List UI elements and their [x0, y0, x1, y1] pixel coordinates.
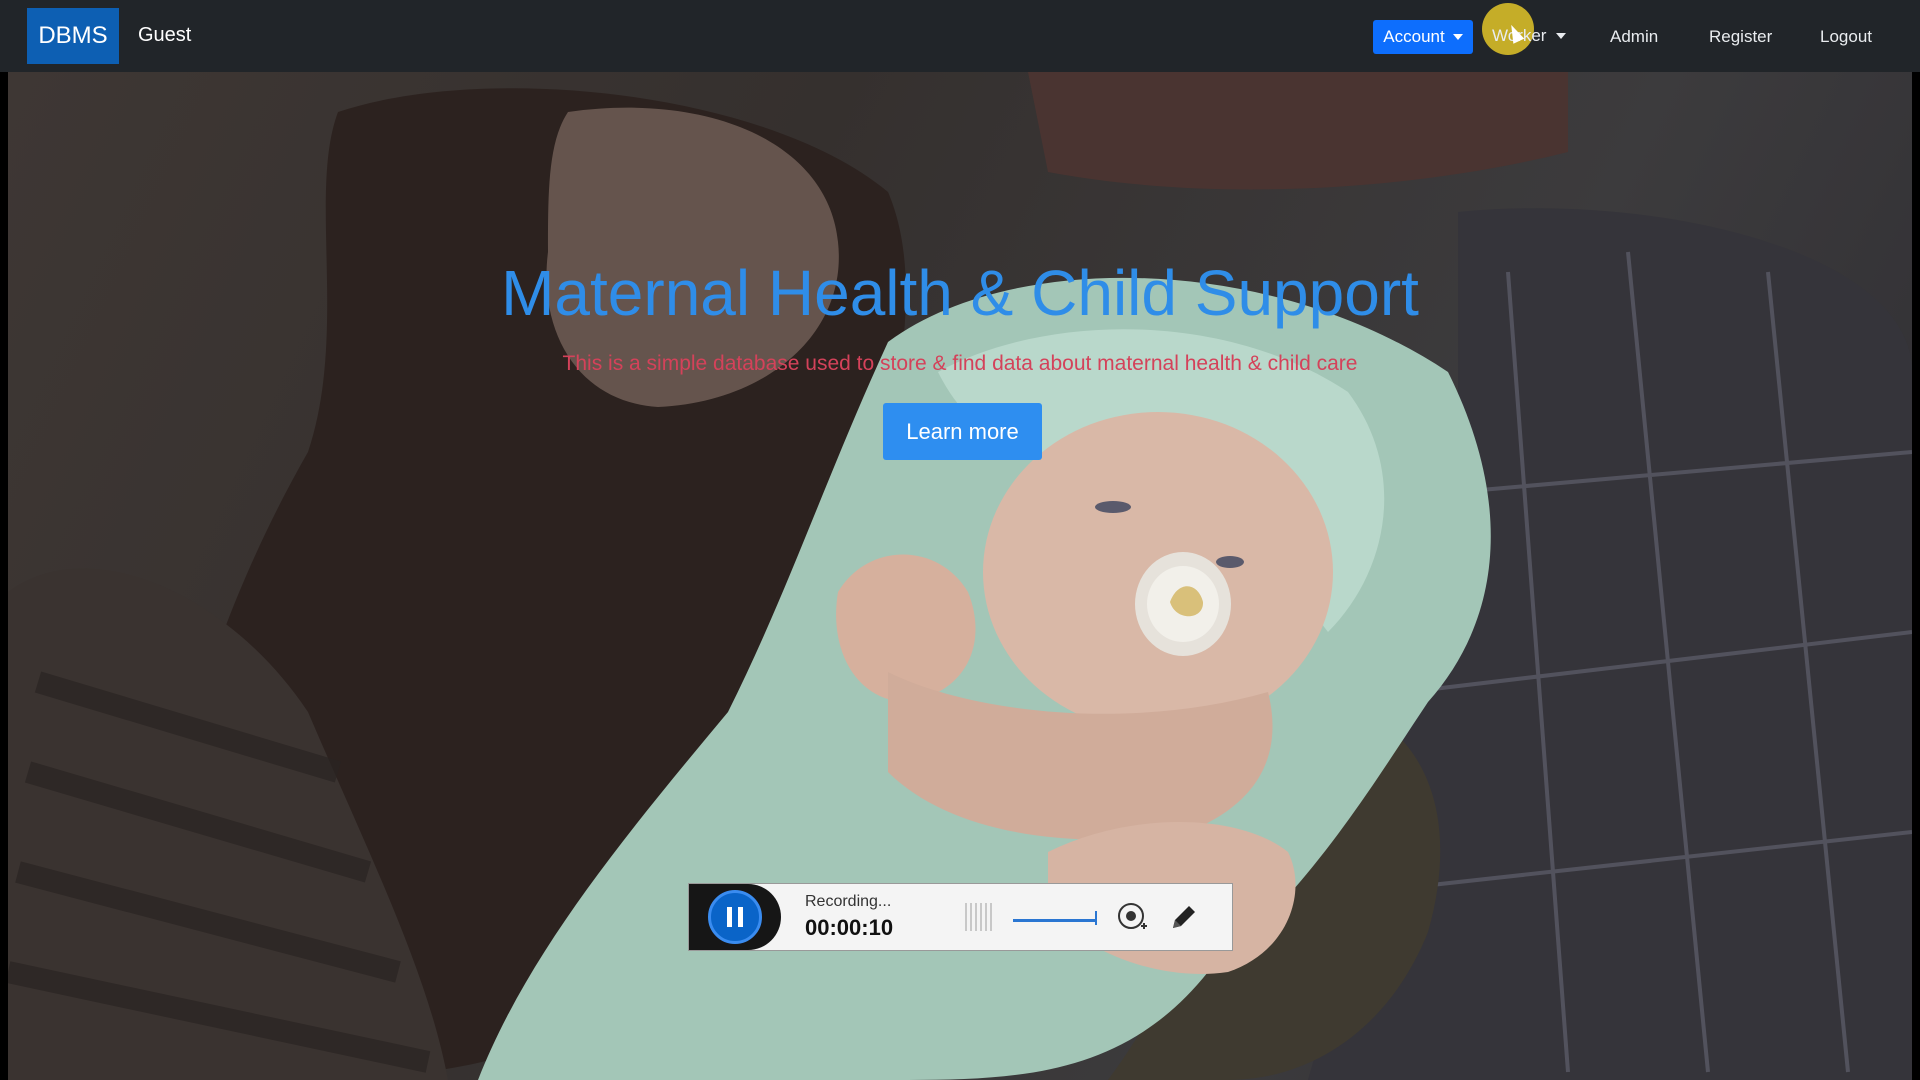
guest-label: Guest — [138, 24, 192, 46]
recording-status: Recording... — [805, 893, 892, 910]
webcam-icon[interactable] — [1115, 900, 1149, 934]
learn-more-button[interactable]: Learn more — [883, 403, 1042, 460]
chevron-down-icon — [1556, 33, 1567, 39]
pencil-icon[interactable] — [1167, 900, 1201, 934]
pause-bar — [738, 907, 743, 927]
hero-subtitle: This is a simple database used to store … — [562, 352, 1358, 375]
volume-knob[interactable] — [1095, 911, 1097, 925]
hero-title: Maternal Health & Child Support — [501, 257, 1419, 329]
admin-link[interactable]: Admin — [1610, 27, 1658, 47]
recording-timer: 00:00:10 — [805, 915, 894, 940]
recording-info: Recording... 00:00:10 — [805, 893, 945, 941]
register-link[interactable]: Register — [1709, 27, 1772, 47]
logout-link[interactable]: Logout — [1820, 27, 1872, 47]
chevron-down-icon — [1452, 34, 1463, 40]
recorder-tools — [965, 900, 1201, 934]
recorder-control-area — [689, 884, 781, 950]
volume-icon[interactable] — [1013, 907, 1097, 927]
top-navbar: DBMS Guest Account Worker Admin Register… — [0, 0, 1920, 72]
pause-bar — [727, 907, 732, 927]
audio-meter-icon — [965, 903, 995, 931]
worker-dropdown-link[interactable]: Worker — [1492, 26, 1567, 46]
volume-track — [1013, 919, 1097, 922]
brand-logo[interactable]: DBMS — [27, 8, 119, 64]
screen-recorder-toolbar: Recording... 00:00:10 — [688, 883, 1233, 951]
pause-icon[interactable] — [708, 890, 762, 944]
account-label: Account — [1383, 27, 1445, 46]
account-dropdown-button[interactable]: Account — [1373, 20, 1473, 54]
